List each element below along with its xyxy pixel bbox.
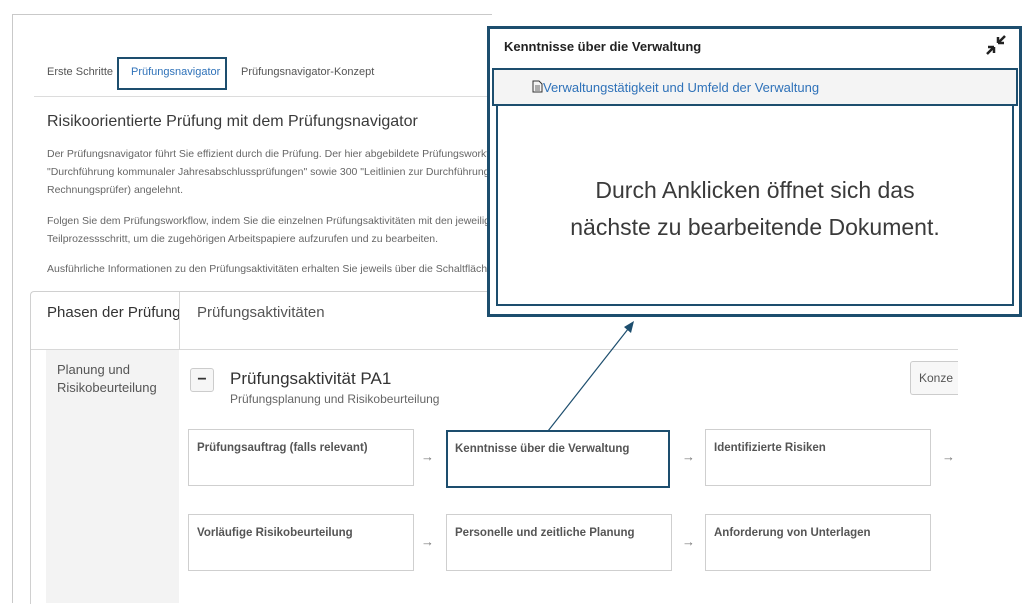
collapse-arrows-icon[interactable] bbox=[985, 34, 1007, 61]
popup-message-line-1: Durch Anklicken öffnet sich das bbox=[595, 177, 915, 203]
popup-title: Kenntnisse über die Verwaltung bbox=[504, 39, 702, 54]
popup-document-link[interactable]: Verwaltungstätigkeit und Umfeld der Verw… bbox=[543, 80, 819, 95]
popup-message-line-2: nächste zu bearbeitende Dokument. bbox=[570, 214, 940, 240]
document-icon bbox=[532, 80, 543, 96]
popup-message: Durch Anklicken öffnet sich das nächste … bbox=[496, 172, 1014, 246]
